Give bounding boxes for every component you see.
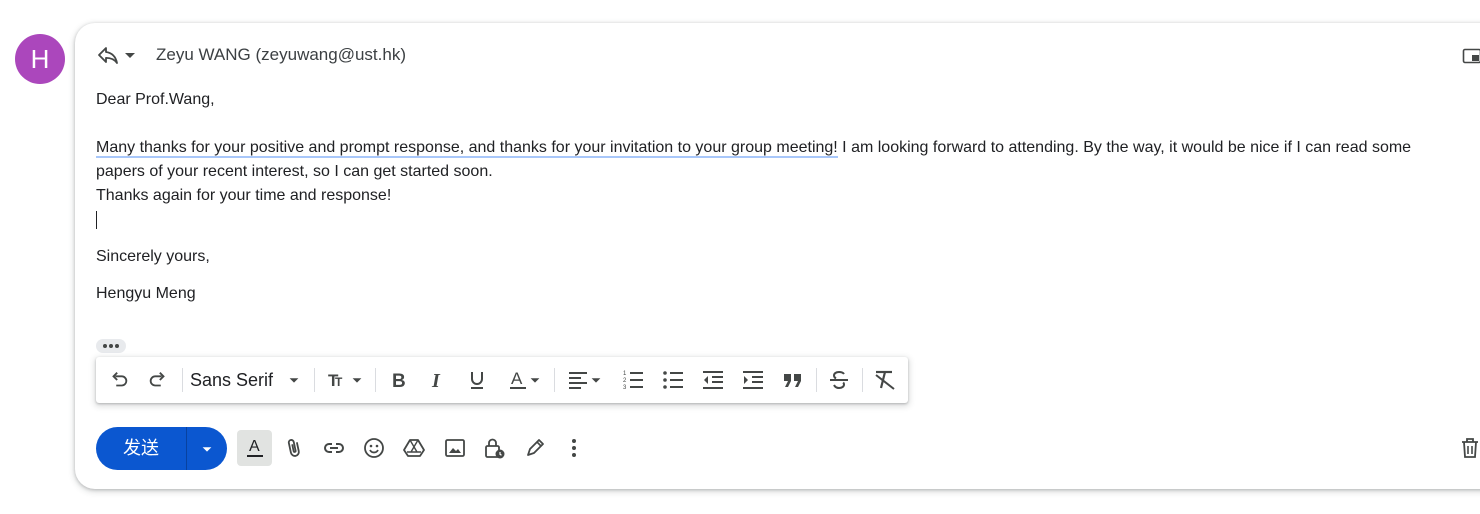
font-family-select[interactable]: Sans Serif: [190, 357, 308, 403]
remove-formatting-icon[interactable]: [870, 357, 900, 403]
arrow-drop-down-icon: [289, 378, 299, 383]
avatar-letter: H: [30, 44, 50, 74]
undo-icon[interactable]: [104, 357, 134, 403]
svg-text:A: A: [249, 438, 260, 455]
toolbar-separator: [182, 368, 183, 392]
svg-text:2: 2: [623, 378, 627, 384]
underline-icon[interactable]: [463, 357, 491, 403]
toolbar-separator: [375, 368, 376, 392]
bold-icon[interactable]: B: [384, 357, 412, 403]
photo-icon[interactable]: [443, 430, 467, 466]
closing-line: Sincerely yours,: [96, 248, 210, 265]
link-icon[interactable]: [321, 430, 347, 466]
more-options-icon[interactable]: [564, 430, 584, 466]
toolbar-separator: [862, 368, 863, 392]
arrow-drop-down-icon[interactable]: [122, 47, 138, 63]
svg-text:B: B: [392, 371, 406, 390]
reply-type-menu[interactable]: [96, 40, 138, 70]
attach-icon[interactable]: [282, 430, 306, 466]
confidential-mode-icon[interactable]: [482, 430, 508, 466]
svg-text:3: 3: [623, 385, 627, 391]
svg-text:T: T: [335, 375, 343, 389]
svg-text:A: A: [511, 369, 523, 388]
send-button[interactable]: 发送: [96, 427, 186, 470]
numbered-list-icon[interactable]: 123: [618, 357, 648, 403]
svg-text:I: I: [431, 370, 441, 390]
italic-icon[interactable]: I: [423, 357, 451, 403]
toolbar-separator: [314, 368, 315, 392]
font-size-icon[interactable]: TT: [322, 357, 368, 403]
sender-avatar: H: [15, 34, 65, 84]
arrow-drop-down-icon: [202, 446, 212, 452]
indent-more-icon[interactable]: [738, 357, 768, 403]
send-button-group: 发送: [96, 427, 227, 470]
formatting-options-icon[interactable]: A: [237, 430, 272, 466]
text-color-icon[interactable]: A: [502, 357, 548, 403]
discard-icon[interactable]: [1460, 430, 1480, 466]
toolbar-separator: [816, 368, 817, 392]
popout-icon[interactable]: [1462, 46, 1480, 71]
highlighted-sentence: Many thanks for your positive and prompt…: [96, 139, 838, 158]
toolbar-separator: [554, 368, 555, 392]
signature-icon[interactable]: [523, 430, 547, 466]
recipient-field[interactable]: Zeyu WANG (zeyuwang@ust.hk): [156, 45, 406, 65]
signature-line: Hengyu Meng: [96, 285, 196, 302]
show-trimmed-content-button[interactable]: [96, 339, 126, 353]
emoji-icon[interactable]: [362, 430, 386, 466]
bulleted-list-icon[interactable]: [658, 357, 688, 403]
thanks-line: Thanks again for your time and response!: [96, 187, 392, 204]
svg-text:1: 1: [623, 371, 627, 377]
font-family-label: Sans Serif: [190, 369, 274, 390]
text-cursor: [96, 210, 97, 229]
quote-icon[interactable]: [778, 357, 808, 403]
redo-icon[interactable]: [143, 357, 173, 403]
indent-less-icon[interactable]: [698, 357, 728, 403]
strikethrough-icon[interactable]: [824, 357, 854, 403]
greeting-line: Dear Prof.Wang,: [96, 91, 215, 108]
align-icon[interactable]: [562, 357, 608, 403]
message-body[interactable]: Dear Prof.Wang, Many thanks for your pos…: [96, 88, 1456, 306]
reply-icon[interactable]: [96, 43, 120, 67]
text-cursor-line: [96, 208, 1456, 233]
drive-icon[interactable]: [401, 430, 427, 466]
body-paragraph: Many thanks for your positive and prompt…: [96, 136, 1456, 184]
formatting-toolbar: Sans Serif TT B I A 123: [96, 357, 908, 403]
